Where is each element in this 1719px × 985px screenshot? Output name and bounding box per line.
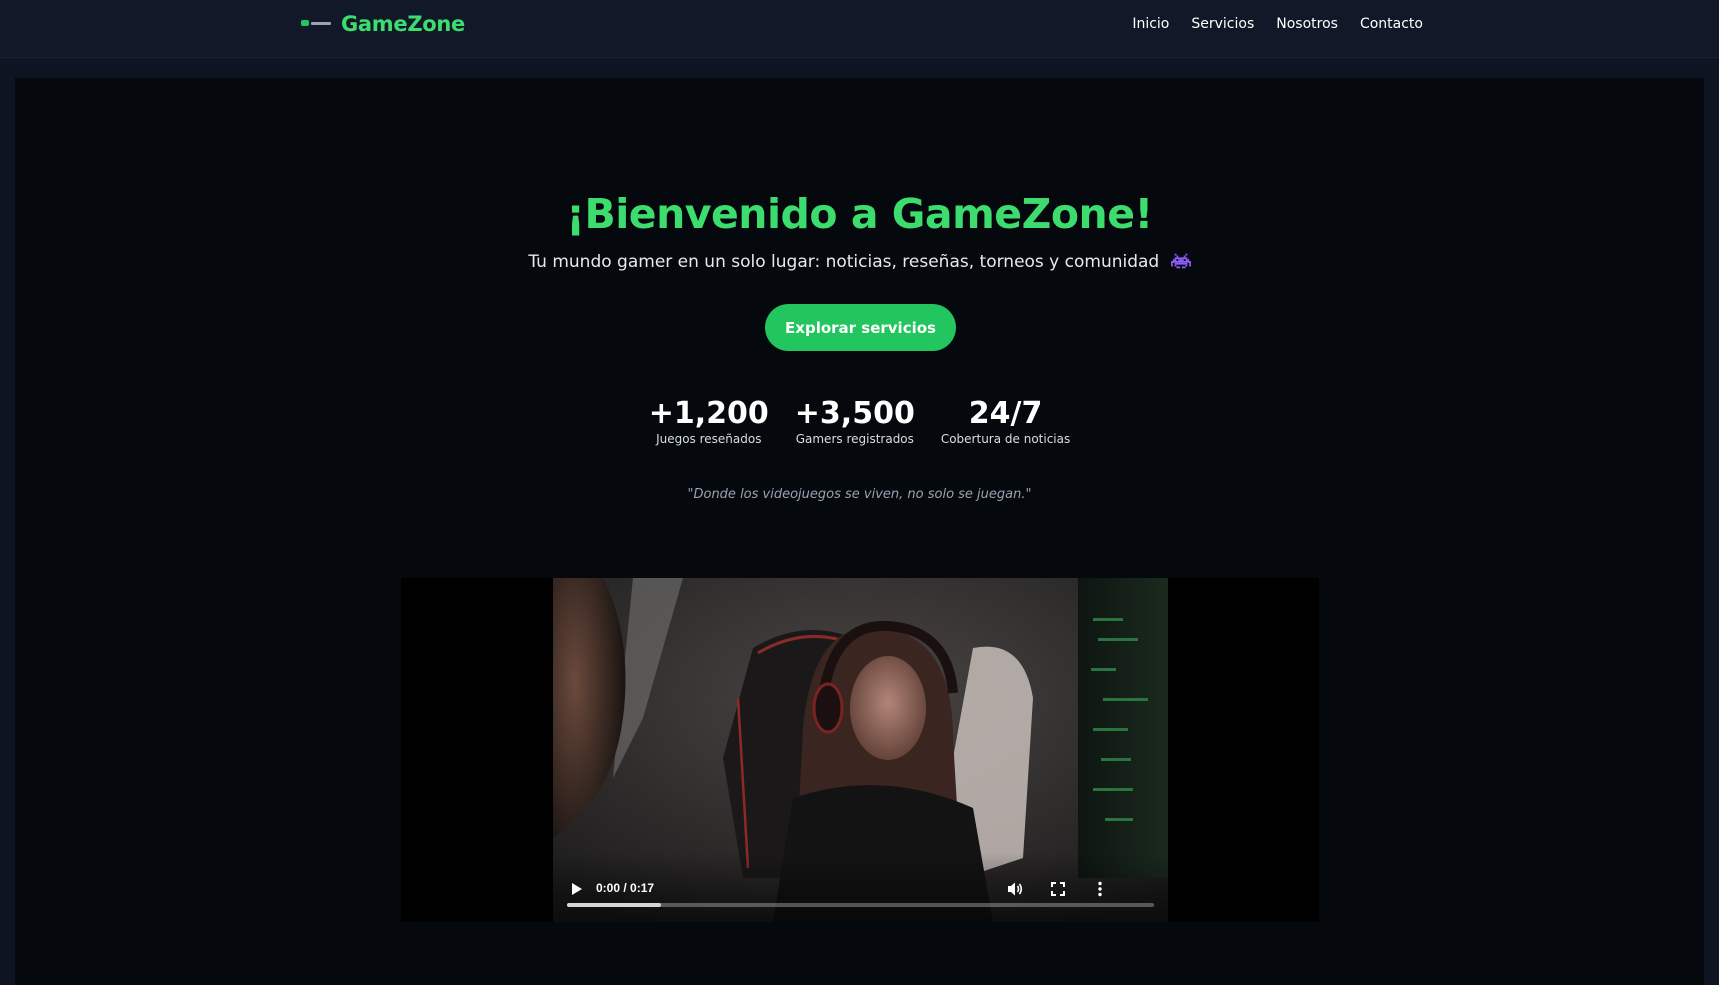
more-options-icon[interactable] bbox=[1090, 879, 1110, 899]
stat-label: Juegos reseñados bbox=[656, 432, 762, 446]
video-player: 0:00 / 0:17 bbox=[401, 578, 1319, 922]
alien-monster-icon bbox=[1170, 253, 1191, 269]
navbar: GameZone Inicio Servicios Nosotros Conta… bbox=[0, 0, 1719, 58]
nav-link-contacto[interactable]: Contacto bbox=[1360, 16, 1423, 32]
nav-link-inicio[interactable]: Inicio bbox=[1132, 16, 1169, 32]
hero-subtitle-text: Tu mundo gamer en un solo lugar: noticia… bbox=[528, 252, 1160, 272]
volume-icon[interactable] bbox=[1005, 879, 1025, 899]
nav-link-servicios[interactable]: Servicios bbox=[1191, 16, 1254, 32]
video-controls: 0:00 / 0:17 bbox=[553, 852, 1168, 922]
video-time: 0:00 / 0:17 bbox=[596, 881, 655, 895]
stat-registered-gamers: +3,500 Gamers registrados bbox=[795, 397, 915, 447]
hero-section: ¡Bienvenido a GameZone! Tu mundo gamer e… bbox=[15, 78, 1704, 985]
video-buffer-fill bbox=[567, 903, 661, 907]
gamezone-logo-icon bbox=[301, 19, 331, 29]
main-nav: Inicio Servicios Nosotros Contacto bbox=[1132, 16, 1423, 32]
stat-value: +3,500 bbox=[794, 396, 915, 431]
stats-row: +1,200 Juegos reseñados +3,500 Gamers re… bbox=[15, 397, 1704, 447]
hero-quote: "Donde los videojuegos se viven, no solo… bbox=[687, 487, 1032, 502]
brand-link[interactable]: GameZone bbox=[301, 12, 465, 36]
video-progress-bar[interactable] bbox=[567, 903, 1154, 907]
hero-subtitle: Tu mundo gamer en un solo lugar: noticia… bbox=[15, 252, 1704, 272]
hero-title: ¡Bienvenido a GameZone! bbox=[566, 190, 1153, 238]
stat-value: +1,200 bbox=[648, 396, 769, 431]
stat-label: Gamers registrados bbox=[795, 432, 914, 446]
play-icon[interactable] bbox=[565, 878, 587, 900]
stat-value: 24/7 bbox=[968, 396, 1043, 431]
video-frame[interactable]: 0:00 / 0:17 bbox=[553, 578, 1168, 922]
stat-games-reviewed: +1,200 Juegos reseñados bbox=[649, 397, 769, 447]
stat-news-coverage: 24/7 Cobertura de noticias bbox=[941, 397, 1070, 447]
stat-label: Cobertura de noticias bbox=[940, 432, 1071, 446]
nav-link-nosotros[interactable]: Nosotros bbox=[1276, 16, 1338, 32]
explore-services-button[interactable]: Explorar servicios bbox=[765, 304, 956, 351]
fullscreen-icon[interactable] bbox=[1048, 879, 1068, 899]
brand-name: GameZone bbox=[341, 12, 465, 36]
